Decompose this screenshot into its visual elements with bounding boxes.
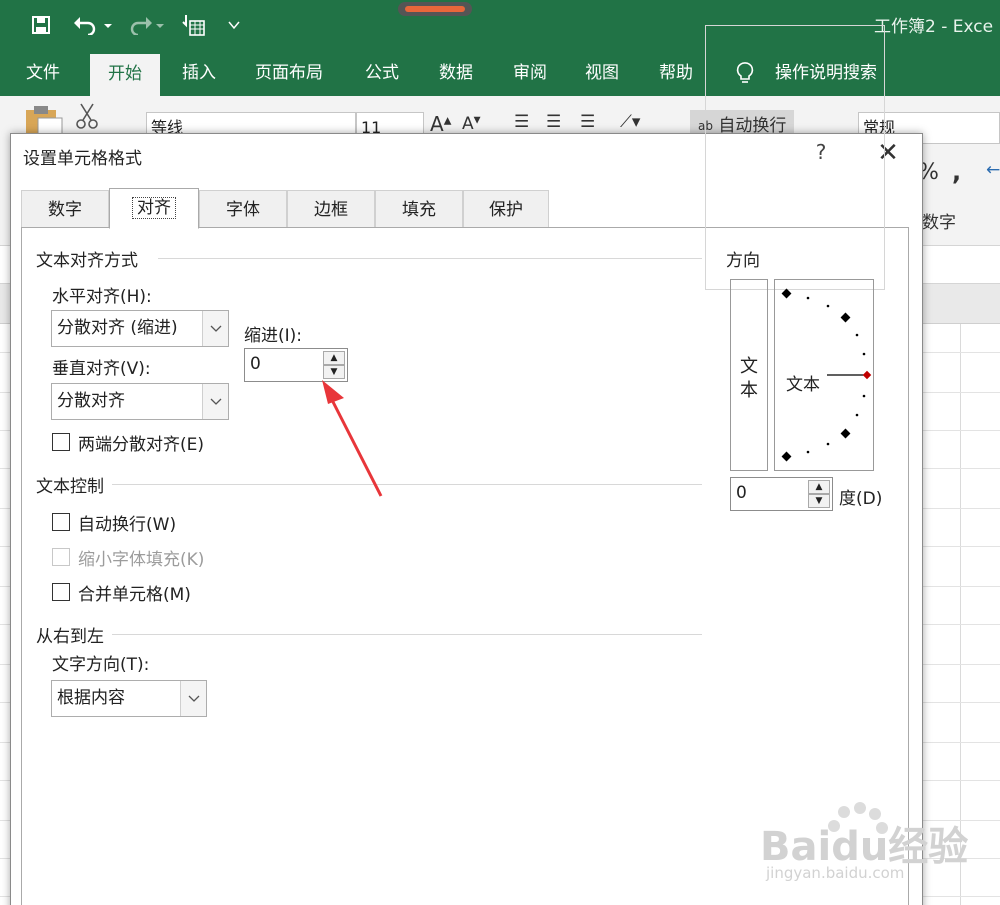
spin-up-icon[interactable]: ▲ [323, 351, 345, 365]
merge-cells-checkbox[interactable]: 合并单元格(M) [52, 580, 191, 605]
tab-protection[interactable]: 保护 [463, 190, 549, 228]
vertical-char-1: 文 [740, 356, 758, 377]
increase-decimal-icon[interactable]: ←.0 [986, 160, 1000, 180]
text-direction-select[interactable]: 根据内容 [51, 680, 207, 717]
tab-file[interactable]: 文件 [14, 50, 72, 96]
redo-icon[interactable] [124, 10, 168, 40]
wrap-text-checkbox[interactable]: 自动换行(W) [52, 510, 176, 535]
align-top-icon[interactable]: ☰ [514, 112, 529, 132]
orientation-section: 方向 [724, 246, 762, 271]
rtl-section: 从右到左 [36, 627, 104, 647]
chevron-down-icon[interactable] [202, 384, 228, 419]
degree-spinner[interactable]: 0 ▲ ▼ [730, 477, 833, 511]
shrink-to-fit-checkbox: 缩小字体填充(K) [52, 545, 204, 570]
dialog-title: 设置单元格格式 [23, 149, 142, 169]
indent-spinner[interactable]: 0 ▲ ▼ [244, 348, 348, 382]
text-control-section: 文本控制 [36, 477, 104, 497]
align-bottom-icon[interactable]: ☰ [580, 112, 595, 132]
tab-page-layout[interactable]: 页面布局 [244, 50, 334, 96]
number-group-label: 数字 [922, 213, 956, 233]
shrink-font-icon[interactable]: A▼ [462, 114, 481, 134]
tab-insert[interactable]: 插入 [170, 50, 228, 96]
vertical-align-select[interactable]: 分散对齐 [51, 383, 229, 420]
watermark-url: jingyan.baidu.com [766, 864, 905, 882]
degree-label: 度(D) [839, 489, 883, 509]
comma-button[interactable]: , [952, 158, 961, 186]
justify-distributed-checkbox[interactable]: 两端分散对齐(E) [52, 430, 204, 455]
save-icon[interactable] [26, 10, 56, 40]
spin-up-icon[interactable]: ▲ [808, 480, 830, 494]
text-direction-label: 文字方向(T): [52, 655, 150, 675]
cut-icon[interactable] [74, 102, 100, 135]
indent-label: 缩进(I): [244, 326, 303, 346]
orientation-icon[interactable]: ⟋▾ [620, 112, 640, 132]
horizontal-align-label: 水平对齐(H): [52, 287, 152, 307]
spin-down-icon[interactable]: ▼ [323, 365, 345, 379]
vertical-char-2: 本 [740, 380, 758, 401]
customize-dropdown-icon[interactable] [222, 10, 246, 40]
tab-data[interactable]: 数据 [428, 50, 484, 96]
chevron-down-icon[interactable] [202, 311, 228, 346]
chevron-down-icon[interactable] [180, 681, 206, 716]
tab-review[interactable]: 审阅 [502, 50, 558, 96]
tab-border[interactable]: 边框 [287, 190, 375, 228]
tab-home[interactable]: 开始 [90, 54, 160, 96]
vertical-text-option[interactable]: 文 本 [730, 279, 768, 471]
spin-down-icon[interactable]: ▼ [808, 494, 830, 508]
title-scroll-handle[interactable] [398, 2, 472, 16]
tab-view[interactable]: 视图 [574, 50, 630, 96]
tab-fill[interactable]: 填充 [375, 190, 463, 228]
text-alignment-section: 文本对齐方式 [36, 251, 138, 271]
baidu-watermark: Baidu经验 jingyan.baidu.com [760, 800, 968, 890]
tab-help[interactable]: 帮助 [648, 50, 704, 96]
tab-alignment[interactable]: 对齐 [109, 188, 199, 229]
horizontal-align-select[interactable]: 分散对齐 (缩进) [51, 310, 229, 347]
orientation-dial[interactable]: 文本 [774, 279, 874, 471]
tab-formulas[interactable]: 公式 [354, 50, 410, 96]
vertical-align-label: 垂直对齐(V): [52, 359, 151, 379]
undo-icon[interactable] [70, 10, 114, 40]
tab-number[interactable]: 数字 [21, 190, 109, 228]
align-middle-icon[interactable]: ☰ [546, 112, 561, 132]
window-title: 工作簿2 - Exce [874, 17, 994, 37]
tab-font[interactable]: 字体 [199, 190, 287, 228]
dial-label: 文本 [786, 375, 820, 395]
touch-mode-icon[interactable] [176, 10, 210, 40]
